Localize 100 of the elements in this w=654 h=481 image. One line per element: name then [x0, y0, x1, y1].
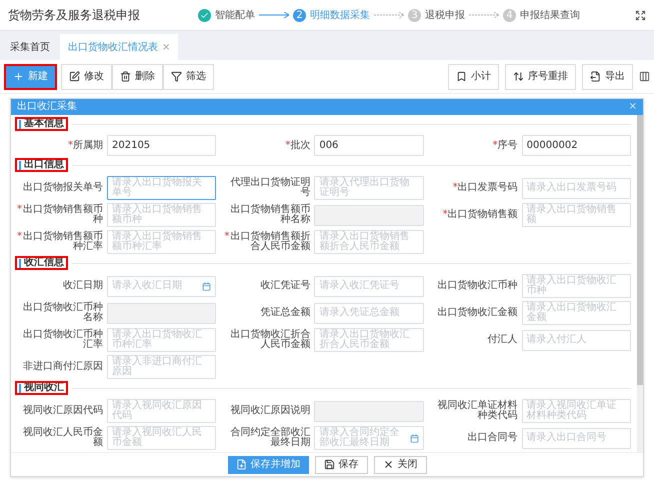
field-label: 出口货物收汇金额	[438, 308, 518, 318]
field-label: 出口货物收汇币种	[438, 281, 518, 291]
fullscreen-icon[interactable]	[635, 10, 646, 20]
field-label: 批次	[290, 140, 310, 150]
footer-button[interactable]: 保存	[314, 456, 368, 474]
required-mark: *	[68, 140, 73, 150]
footer-button[interactable]: 保存并增加	[228, 456, 308, 474]
input-field[interactable]: 006	[314, 135, 424, 156]
arrow-icon	[374, 12, 404, 18]
field-label: 合同约定全部收汇最终日期	[229, 428, 310, 448]
arrow-icon	[469, 12, 499, 18]
input-field[interactable]: 请录入非进口商付汇原因	[107, 355, 216, 379]
input-field[interactable]: 请录入出口货物收汇币种汇率	[107, 328, 216, 352]
required-mark: *	[285, 140, 290, 150]
input-field[interactable]: 请录入付汇人	[522, 330, 631, 350]
plus-icon	[13, 71, 24, 82]
required-mark: *	[452, 183, 458, 193]
input-field[interactable]: 请录入视同收汇原因代码	[107, 399, 216, 423]
field-label: 出口货物销售额折合人民币金额	[229, 232, 310, 252]
required-mark: *	[442, 210, 448, 220]
save-icon	[324, 459, 334, 470]
input-field[interactable]: 请录入出口货物报关单号	[107, 176, 216, 200]
footer-button[interactable]: 关闭	[374, 456, 426, 474]
field-label: 出口发票号码	[458, 183, 518, 193]
dialog-title: 出口收汇采集	[17, 102, 77, 112]
toolbar-button[interactable]: 小计	[448, 64, 499, 90]
date-field[interactable]: 请录入收汇日期	[107, 276, 216, 296]
field-label: 所属期	[73, 140, 103, 150]
toolbar-button[interactable]: 修改	[61, 64, 112, 90]
field-label: 非进口商付汇原因	[23, 362, 103, 372]
input-field[interactable]: 202105	[107, 135, 216, 156]
input-field[interactable]: 请录入出口货物销售额币种汇率	[107, 230, 216, 254]
step-label: 退税申报	[425, 8, 465, 22]
field-label: 出口合同号	[468, 433, 518, 443]
input-field[interactable]: 请录入出口货物收汇币种	[522, 274, 631, 298]
trash-icon	[120, 71, 131, 82]
file-plus-icon	[236, 459, 246, 470]
calendar-icon	[202, 282, 212, 290]
filter-icon	[171, 71, 182, 82]
step-label: 明细数据采集	[310, 8, 370, 22]
dialog-close[interactable]: ×	[628, 102, 637, 112]
field-label: 收汇日期	[63, 281, 103, 291]
input-field[interactable]	[314, 204, 424, 226]
input-field[interactable]: 请录入视同收汇人民币金额	[107, 426, 216, 450]
required-mark: *	[224, 232, 230, 242]
field-label: 出口货物收汇折合人民币金额	[229, 330, 310, 350]
step-label: 申报结果查询	[520, 8, 580, 22]
required-mark: *	[17, 205, 22, 215]
input-field[interactable]: 请录入代理出口货物证明号	[314, 176, 424, 200]
field-label: 出口货物报关单号	[23, 183, 103, 193]
input-field[interactable]	[107, 302, 216, 324]
input-field[interactable]: 请录入凭证总金额	[314, 302, 424, 324]
field-label: 出口货物销售额币种名称	[229, 205, 310, 225]
field-label: 收汇凭证号	[260, 281, 310, 291]
tab[interactable]: 出口货物收汇情况表 ×	[60, 34, 178, 60]
field-label: 代理出口货物证明号	[229, 178, 310, 198]
field-label: 视同收汇人民币金额	[22, 428, 103, 448]
field-label: 出口货物收汇币种名称	[22, 303, 103, 323]
input-field[interactable]: 请录入视同收汇单证材料种类代码	[522, 399, 631, 423]
input-field[interactable]	[314, 400, 424, 422]
close-icon	[382, 459, 394, 470]
calendar-icon	[410, 434, 419, 442]
field-label: 出口货物销售额币种	[22, 205, 103, 225]
toolbar-button[interactable]: 新建	[4, 64, 57, 90]
date-field[interactable]: 请录入合同约定全部收汇最终日期	[314, 426, 424, 450]
columns-icon[interactable]	[639, 71, 650, 82]
tab-close[interactable]: ×	[162, 40, 170, 54]
field-label: 出口货物销售额	[448, 210, 518, 220]
arrow-icon	[259, 12, 289, 18]
input-field[interactable]: 00000002	[522, 135, 631, 156]
field-label: 视同收汇原因代码	[23, 406, 103, 416]
edit-icon	[69, 71, 80, 82]
field-label: 视同收汇单证材料种类代码	[436, 401, 518, 421]
field-label: 付汇人	[488, 335, 518, 345]
input-field[interactable]: 请录入出口货物销售额折合人民币金额	[314, 230, 424, 254]
input-field[interactable]: 请录入出口货物销售额币种	[107, 203, 216, 227]
toolbar-button[interactable]: 导出	[582, 64, 633, 90]
input-field[interactable]: 请录入出口货物收汇金额	[522, 301, 631, 325]
required-mark: *	[492, 140, 498, 150]
bookmark-icon	[456, 71, 467, 82]
field-label: 凭证总金额	[260, 308, 310, 318]
required-mark: *	[17, 232, 22, 242]
input-field[interactable]: 请录入出口货物收汇折合人民币金额	[314, 328, 424, 352]
input-field[interactable]: 请录入出口发票号码	[522, 178, 631, 198]
toolbar-button[interactable]: 筛选	[163, 64, 214, 90]
input-field[interactable]: 请录入出口合同号	[522, 428, 631, 448]
toolbar-button[interactable]: 序号重排	[505, 64, 576, 90]
field-label: 出口货物销售额币种汇率	[22, 232, 103, 252]
app-title: 货物劳务及服务退税申报	[8, 7, 141, 24]
toolbar-button[interactable]: 删除	[112, 64, 163, 90]
sort-icon	[513, 71, 524, 82]
scrollbar[interactable]	[637, 115, 643, 452]
input-field[interactable]: 请录入出口货物销售额	[522, 203, 631, 227]
input-field[interactable]: 请录入收汇凭证号	[314, 276, 424, 296]
export-icon	[590, 71, 601, 82]
step-label: 智能配单	[215, 8, 255, 22]
step-marker: 2	[293, 8, 306, 22]
field-label: 序号	[498, 140, 518, 150]
field-label: 视同收汇原因说明	[230, 406, 310, 416]
field-label: 出口货物收汇币种汇率	[22, 330, 103, 350]
